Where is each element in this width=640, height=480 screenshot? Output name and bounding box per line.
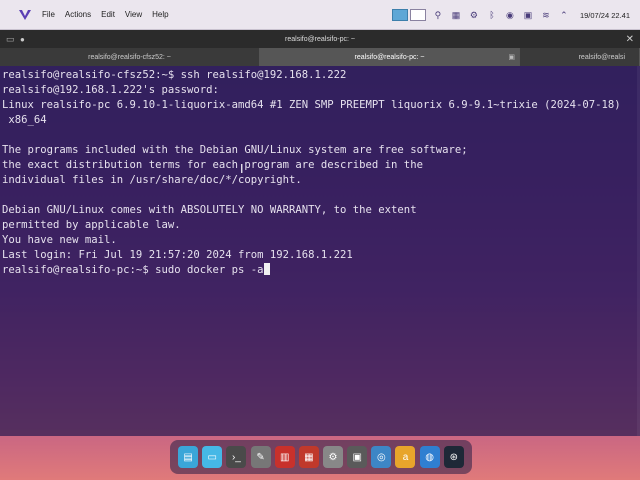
screenshot-icon[interactable]: ▣	[347, 446, 368, 468]
menu-edit[interactable]: Edit	[101, 10, 115, 19]
window-titlebar[interactable]: ▭ ● realsifo@realsifo-pc: ~ ✕	[0, 30, 640, 48]
terminal-prompt-line[interactable]: realsifo@realsifo-pc:~$ sudo docker ps -…	[2, 263, 638, 278]
command-input[interactable]: realsifo@realsifo-pc:~$ sudo docker ps -…	[2, 264, 264, 276]
text-editor-icon[interactable]: ✎	[250, 446, 271, 468]
files-icon[interactable]: ▤	[178, 446, 199, 468]
wifi-icon[interactable]: ≋	[540, 9, 552, 21]
text-cursor	[263, 263, 270, 275]
tab-bar: realsifo@realsifo-cfsz52: ~ realsifo@rea…	[0, 48, 640, 66]
steam-icon[interactable]: ⊛	[443, 446, 464, 468]
tab-realsifo-pc[interactable]: realsifo@realsifo-pc: ~ ▣	[260, 48, 520, 66]
terminal-line: The programs included with the Debian GN…	[2, 144, 468, 156]
appstore-icon[interactable]: a	[395, 446, 416, 468]
clock[interactable]: 19/07/24 22.41	[580, 11, 630, 20]
top-panel: File Actions Edit View Help ⚲ ▦ ⚙ ᛒ ◉ ▣ …	[0, 0, 640, 30]
user-icon[interactable]: ⚲	[432, 9, 444, 21]
window-menu-icon[interactable]: ●	[20, 35, 25, 44]
tab-close-icon[interactable]: ▣	[508, 53, 515, 61]
folder-icon[interactable]: ▭	[202, 446, 223, 468]
network-icon[interactable]: ◎	[371, 446, 392, 468]
tab-label: realsifo@realsifo-cfsz52: ~	[88, 53, 171, 61]
tab-realsifo-partial[interactable]: realsifo@realsi	[520, 48, 640, 66]
menu-actions[interactable]: Actions	[65, 10, 91, 19]
workspace-2[interactable]	[409, 9, 426, 21]
clipboard-icon[interactable]: ▣	[522, 9, 534, 21]
menu-view[interactable]: View	[125, 10, 142, 19]
dock: ▤ ▭ ›_ ✎ ▥ ▦ ⚙ ▣ ◎ a ◍ ⊛	[170, 440, 472, 474]
system-tray: ⚲ ▦ ⚙ ᛒ ◉ ▣ ≋ ⌃ 19/07/24 22.41	[391, 0, 630, 30]
menu-file[interactable]: File	[42, 10, 55, 19]
window-title: realsifo@realsifo-pc: ~	[285, 35, 355, 43]
terminal-line: the exact distribution terms for each pr…	[2, 159, 423, 171]
close-icon[interactable]: ✕	[626, 34, 634, 45]
tab-cfsz52[interactable]: realsifo@realsifo-cfsz52: ~	[0, 48, 260, 66]
browser-icon[interactable]: ◍	[419, 446, 440, 468]
terminal-line: realsifo@192.168.1.222's password:	[2, 84, 219, 96]
app-menu-icon[interactable]	[16, 6, 34, 24]
volume-icon[interactable]: ◉	[504, 9, 516, 21]
bluetooth-icon[interactable]: ᛒ	[486, 9, 498, 21]
terminal-icon[interactable]: ›_	[226, 446, 247, 468]
mouse-ibeam-icon: I	[240, 162, 244, 176]
terminal-line: individual files in /usr/share/doc/*/cop…	[2, 174, 302, 186]
gear-icon[interactable]: ⚙	[468, 9, 480, 21]
terminal-output[interactable]: realsifo@realsifo-cfsz52:~$ ssh realsifo…	[0, 66, 640, 436]
tab-label: realsifo@realsifo-pc: ~	[354, 53, 425, 61]
menubar: File Actions Edit View Help	[42, 10, 169, 19]
terminal-line: You have new mail.	[2, 234, 117, 246]
chart-icon[interactable]: ▦	[450, 9, 462, 21]
terminal-line: Last login: Fri Jul 19 21:57:20 2024 fro…	[2, 249, 353, 261]
workspace-pager[interactable]	[391, 9, 426, 21]
terminal-line: Debian GNU/Linux comes with ABSOLUTELY N…	[2, 204, 417, 216]
settings-icon[interactable]: ⚙	[323, 446, 344, 468]
terminal-icon: ▭	[6, 33, 15, 44]
workspace-1[interactable]	[391, 9, 408, 21]
system-monitor-icon[interactable]: ▦	[298, 446, 319, 468]
terminal-line: x86_64	[2, 114, 47, 126]
arrow-up-icon[interactable]: ⌃	[558, 9, 570, 21]
menu-help[interactable]: Help	[152, 10, 168, 19]
terminal-line: realsifo@realsifo-cfsz52:~$ ssh realsifo…	[2, 69, 347, 81]
terminal-line: Linux realsifo-pc 6.9.10-1-liquorix-amd6…	[2, 99, 621, 111]
tab-label: realsifo@realsi	[578, 53, 625, 61]
pdf-icon[interactable]: ▥	[274, 446, 295, 468]
terminal-line: permitted by applicable law.	[2, 219, 181, 231]
